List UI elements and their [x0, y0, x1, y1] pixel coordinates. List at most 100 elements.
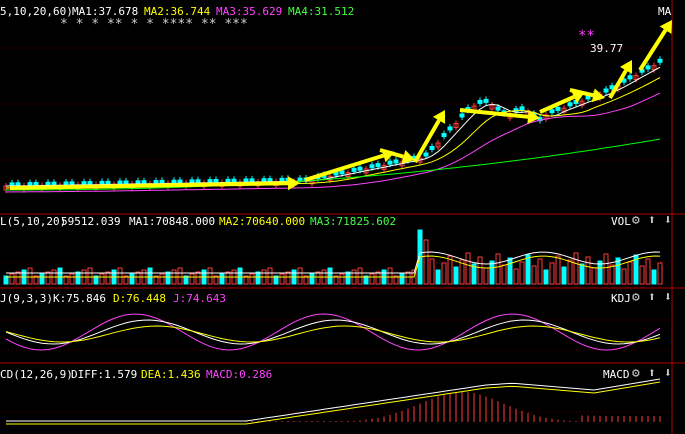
volume-bar — [75, 271, 81, 285]
arrow-up-icon[interactable]: ⬆ — [648, 367, 656, 380]
candle — [213, 179, 219, 183]
vol-ma1: MA1:70848.000 — [129, 215, 216, 228]
volume-bar — [45, 271, 51, 285]
candle — [459, 113, 465, 118]
candle — [243, 178, 249, 183]
arrow-up-icon[interactable]: ⬆ — [648, 291, 656, 304]
volume-bar — [597, 260, 603, 285]
arrow-down-icon[interactable]: ⬇ — [664, 214, 672, 227]
kdj-params: J(9,3,3) — [0, 292, 53, 305]
volume-bar — [447, 255, 453, 285]
candle — [615, 84, 621, 90]
volume-bar — [129, 273, 135, 285]
volume-bar — [399, 273, 405, 285]
candle — [405, 157, 411, 162]
candle — [609, 85, 615, 90]
arrow-up-icon[interactable]: ⬆ — [648, 214, 656, 227]
candle — [39, 184, 45, 190]
volume-bar — [621, 268, 627, 285]
candle — [423, 152, 429, 157]
volume-bar — [159, 273, 165, 285]
candle — [267, 178, 273, 183]
candle — [159, 179, 165, 184]
candle — [591, 93, 597, 98]
candle — [633, 75, 639, 80]
candle — [621, 78, 627, 83]
kdj-indicator-name[interactable]: KDJ — [611, 292, 631, 305]
volume-bar — [195, 271, 201, 285]
candle — [183, 182, 189, 188]
candle — [21, 185, 27, 191]
volume-bar — [477, 256, 483, 285]
volume-bar — [177, 267, 183, 285]
arrow-down-icon[interactable]: ⬇ — [664, 367, 672, 380]
candle — [597, 93, 603, 99]
candle — [219, 181, 225, 187]
candle — [27, 182, 33, 187]
candle — [513, 108, 519, 113]
candle — [249, 178, 255, 183]
volume-bar — [549, 262, 555, 285]
candle — [129, 183, 135, 189]
trend-arrow — [569, 88, 594, 98]
volume-bar — [303, 275, 309, 285]
volume-bar — [459, 259, 465, 285]
volume-bar — [381, 269, 387, 285]
volume-bar — [57, 267, 63, 285]
volume-bar — [639, 265, 645, 285]
candle — [165, 182, 171, 188]
candle — [297, 177, 303, 182]
candle — [645, 65, 651, 70]
candle — [321, 173, 327, 178]
main-ma4: MA4:31.512 — [288, 5, 355, 18]
volume-bar — [591, 267, 597, 285]
candle — [93, 184, 99, 189]
kdj-j-line — [5, 313, 661, 351]
vol-indicator-name[interactable]: VOL — [611, 215, 631, 228]
volume-bar — [387, 267, 393, 285]
trend-arrow-head — [571, 90, 585, 104]
volume-bar — [147, 267, 153, 285]
candle — [147, 183, 153, 189]
candle — [489, 104, 495, 110]
volume-bar — [561, 266, 567, 285]
arrow-down-icon[interactable]: ⬇ — [664, 291, 672, 304]
candle — [495, 106, 501, 111]
candle — [123, 180, 129, 185]
trend-arrow-head — [401, 149, 415, 164]
candle — [225, 178, 231, 183]
trend-arrow-head — [619, 60, 633, 74]
volume-bar — [429, 258, 435, 285]
candle — [567, 102, 573, 107]
volume-bar — [543, 269, 549, 285]
ma2-line — [5, 77, 661, 189]
volume-bar — [285, 271, 291, 285]
macd-indicator-name[interactable]: MACD — [603, 368, 630, 381]
volume-bar — [93, 275, 99, 285]
volume-bar — [111, 269, 117, 285]
candle — [525, 111, 531, 117]
vol-ma3: MA3:71825.602 — [310, 215, 397, 228]
candle — [69, 181, 75, 186]
main-ma-indicator[interactable]: MA — [658, 5, 671, 18]
volume-bar — [441, 262, 447, 285]
candle — [285, 177, 291, 182]
volume-bar — [393, 275, 399, 285]
candle — [417, 157, 423, 163]
volume-bar — [153, 275, 159, 285]
candle — [435, 142, 441, 148]
volume-bar — [333, 275, 339, 285]
candle — [657, 58, 663, 63]
gear-icon[interactable]: ⚙ — [632, 367, 640, 380]
candle — [447, 126, 453, 131]
macd-dea: DEA:1.436 — [141, 368, 201, 381]
candle — [141, 180, 147, 185]
volume-bar — [273, 275, 279, 285]
volume-bar — [417, 229, 423, 285]
volume-bar — [351, 269, 357, 285]
volume-bar — [279, 273, 285, 285]
volume-bar — [297, 267, 303, 285]
gear-icon[interactable]: ⚙ — [632, 214, 640, 227]
gear-icon[interactable]: ⚙ — [632, 291, 640, 304]
candle — [519, 106, 525, 111]
